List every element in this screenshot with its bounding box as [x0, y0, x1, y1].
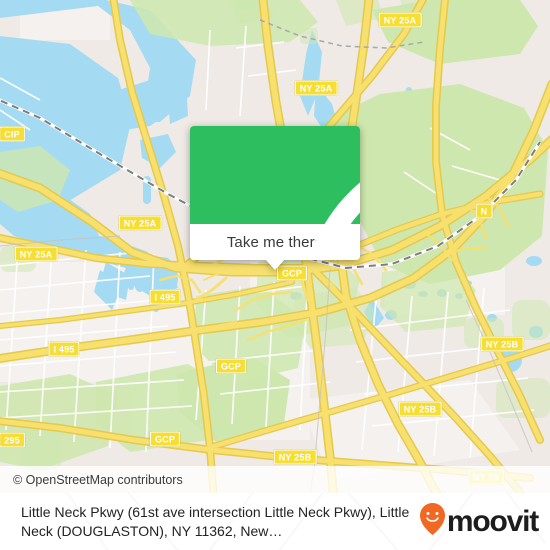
shield-gcp-3: GCP	[149, 431, 181, 447]
osm-attribution-bar: © OpenStreetMap contributors	[0, 466, 550, 493]
location-callout-card[interactable]: Take me there	[190, 126, 360, 270]
shield-i495-2: I 495	[48, 341, 80, 357]
footer-bar: Little Neck Pkwy (61st ave intersection …	[0, 493, 550, 550]
callout-header	[190, 126, 360, 260]
shield-n: N	[475, 203, 493, 219]
shield-ny-25b-1: NY 25B	[480, 336, 524, 352]
shield-ny-25a-4: NY 25A	[14, 246, 58, 262]
location-address: Little Neck Pkwy (61st ave intersection …	[21, 503, 410, 539]
map-canvas[interactable]: NY 25A NY 25A CIP NY 25A NY 25A N GCP I …	[0, 0, 550, 493]
shield-gcp-2: GCP	[215, 358, 247, 374]
moovit-logo[interactable]: moovit	[419, 502, 550, 541]
moovit-map-screenshot: NY 25A NY 25A CIP NY 25A NY 25A N GCP I …	[0, 0, 550, 550]
shield-ny-25b-3: NY 25B	[273, 449, 317, 465]
shield-i495-1: I 495	[149, 289, 181, 305]
shield-ny-25b-2: NY 25B	[398, 401, 442, 417]
moovit-pin-icon	[419, 502, 446, 541]
shield-ny-25a-1: NY 25A	[378, 12, 422, 28]
moovit-wordmark: moovit	[446, 504, 539, 538]
callout-body: Take me there	[190, 126, 360, 260]
shield-295: 295	[0, 432, 25, 448]
shield-cip: CIP	[0, 126, 25, 142]
shield-ny-25a-2: NY 25A	[294, 80, 338, 96]
callout-pointer-tail	[265, 259, 285, 270]
shield-ny-25a-3: NY 25A	[118, 215, 162, 231]
osm-attribution-text: © OpenStreetMap contributors	[13, 472, 183, 487]
